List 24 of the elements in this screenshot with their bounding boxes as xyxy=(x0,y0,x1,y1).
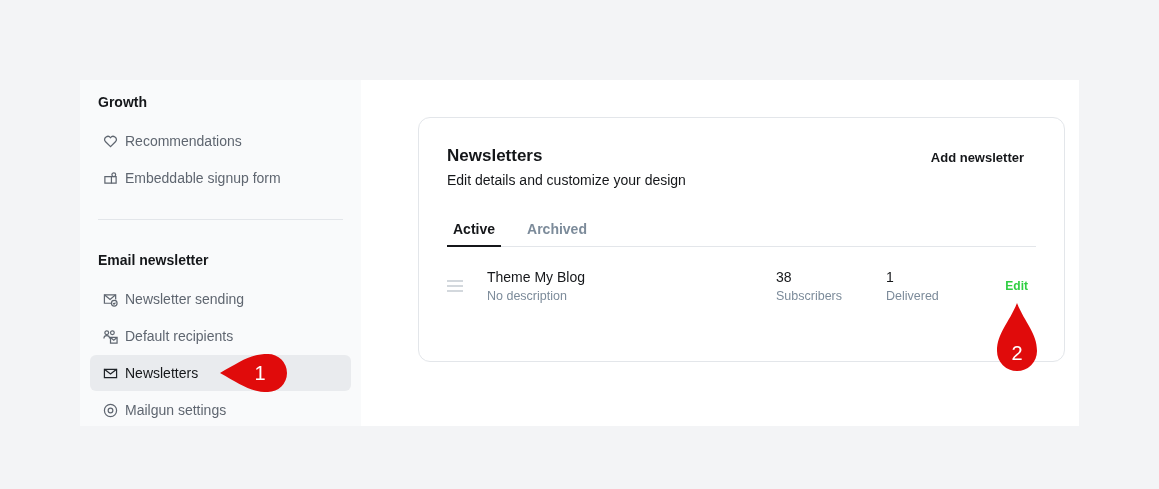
tab[interactable]: Active xyxy=(447,220,502,247)
subscriber-label: Subscribers xyxy=(776,289,843,303)
add-newsletter-button[interactable]: Add newsletter xyxy=(930,146,1036,165)
sidebar-item[interactable]: Recommendations xyxy=(90,123,351,159)
sidebar-item[interactable]: Embeddable signup form xyxy=(90,160,351,196)
mail-check-icon xyxy=(103,291,118,307)
card-subtitle: Edit details and customize your design xyxy=(447,172,686,188)
sidebar-item[interactable]: Mailgun settings xyxy=(90,392,351,426)
heart-icon xyxy=(103,133,118,149)
card-title: Newsletters xyxy=(447,146,544,166)
people-icon xyxy=(103,328,118,344)
delivered-label: Delivered xyxy=(886,289,939,303)
callout-tooltip: 1 xyxy=(220,354,288,392)
sidebar-item[interactable]: Newsletter sending xyxy=(90,281,351,317)
callout-tooltip: 2 xyxy=(997,303,1037,371)
section-title: Email newsletter xyxy=(97,251,210,269)
section-title: Growth xyxy=(97,93,148,111)
drag-handle-icon[interactable] xyxy=(447,280,463,292)
delivered-count: 1 xyxy=(886,269,895,285)
sidebar-item[interactable]: Default recipients xyxy=(90,318,351,354)
tab[interactable]: Archived xyxy=(521,220,593,247)
newsletter-description: No description xyxy=(487,289,568,303)
subscriber-count: 38 xyxy=(776,269,793,285)
newsletter-name: Theme My Blog xyxy=(487,269,587,285)
